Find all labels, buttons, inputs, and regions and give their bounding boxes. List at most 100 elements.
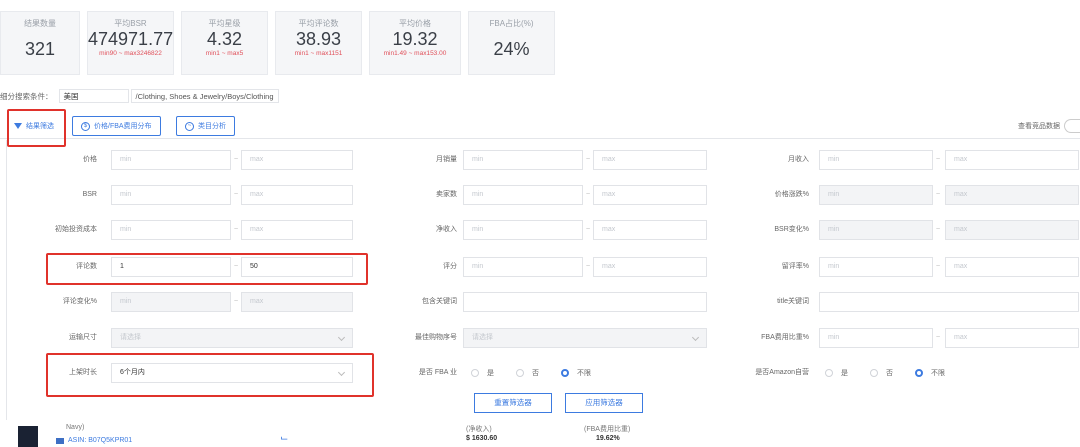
- price-change-max-input[interactable]: max: [945, 185, 1079, 205]
- price-change-min-input[interactable]: min: [819, 185, 933, 205]
- review-change-label: 评论变化%: [62, 298, 97, 305]
- net-income-min-input[interactable]: min: [463, 220, 583, 240]
- chart-icon: ~: [185, 121, 194, 131]
- best-seller-label: 最佳购物序号: [415, 334, 457, 341]
- range-dash: ~: [935, 263, 941, 270]
- initial-cost-label: 初始投资成本: [55, 226, 97, 233]
- initial-cost-max-input[interactable]: max: [241, 220, 353, 240]
- radio-label: 否: [532, 370, 539, 377]
- bsr-change-label: BSR变化%: [774, 226, 809, 233]
- net-income-label: (净收入): [466, 426, 492, 433]
- stat-value: 4.32: [206, 29, 243, 49]
- fba-ratio-min-input[interactable]: min: [819, 328, 933, 348]
- range-dash: ~: [585, 263, 591, 270]
- price-max-input[interactable]: max: [241, 150, 353, 170]
- product-asin-link[interactable]: ASIN: B07Q5KPR01: [68, 437, 132, 444]
- is-fba-yes[interactable]: 是: [471, 368, 494, 378]
- is-fba-radio-group: 是 否 不限: [471, 363, 607, 383]
- filter-row: 价格 min ~ max 月销量 min ~ max 月收入 min ~ max: [7, 150, 1080, 170]
- title-keyword-input[interactable]: [819, 292, 1079, 312]
- range-dash: ~: [233, 191, 239, 198]
- is-amazon-no[interactable]: 否: [870, 368, 893, 378]
- category-analysis-button[interactable]: ~ 类目分析: [176, 116, 235, 136]
- stat-value: 474971.77: [88, 29, 174, 49]
- bsr-change-min-input[interactable]: min: [819, 220, 933, 240]
- review-rate-min-input[interactable]: min: [819, 257, 933, 277]
- stat-range: min1 ~ max5: [205, 50, 244, 57]
- is-fba-no[interactable]: 否: [516, 368, 539, 378]
- range-dash: ~: [233, 156, 239, 163]
- radio-label: 不限: [577, 370, 591, 377]
- product-row: Navy) ASIN: B07Q5KPR01 ⌙ (净收入) $ 1630.60…: [0, 424, 1080, 447]
- bsr-max-input[interactable]: max: [241, 185, 353, 205]
- bsr-label: BSR: [82, 191, 97, 198]
- stat-card-bsr: 平均BSR 474971.77 min90 ~ max3246822: [87, 11, 174, 75]
- bsr-change-max-input[interactable]: max: [945, 220, 1079, 240]
- radio-label: 否: [886, 370, 893, 377]
- radio-icon: [870, 369, 878, 377]
- rating-label: 评分: [443, 263, 457, 270]
- price-min-input[interactable]: min: [111, 150, 231, 170]
- rating-min-input[interactable]: min: [463, 257, 583, 277]
- review-change-max-input[interactable]: max: [241, 292, 353, 312]
- radio-label: 是: [487, 370, 494, 377]
- highlight-reviews-row: [46, 253, 368, 285]
- is-amazon-yes[interactable]: 是: [825, 368, 848, 378]
- stat-label: 平均评论数: [298, 19, 339, 28]
- monthly-revenue-label: 月收入: [788, 156, 809, 163]
- include-keyword-input[interactable]: [463, 292, 707, 312]
- radio-label: 不限: [931, 370, 945, 377]
- highlight-listing-age-row: [46, 353, 374, 397]
- shipping-size-select[interactable]: 请选择: [111, 328, 353, 348]
- select-placeholder: 请选择: [120, 334, 141, 341]
- radio-label: 是: [841, 370, 848, 377]
- fba-ratio-max-input[interactable]: max: [945, 328, 1079, 348]
- range-dash: ~: [935, 334, 941, 341]
- stat-range: min1 ~ max1151: [294, 50, 343, 57]
- is-amazon-any[interactable]: 不限: [915, 368, 945, 378]
- best-seller-select[interactable]: 请选择: [463, 328, 707, 348]
- net-income-value: $ 1630.60: [466, 435, 498, 442]
- competitor-toggle[interactable]: [1064, 119, 1080, 133]
- is-amazon-radio-group: 是 否 不限: [825, 363, 961, 383]
- initial-cost-min-input[interactable]: min: [111, 220, 231, 240]
- stat-range: min90 ~ max3246822: [99, 50, 162, 57]
- dollar-icon: $: [81, 121, 90, 131]
- category-label: 细分搜索条件：: [0, 91, 53, 101]
- stat-range: min1.49 ~ max153.00: [383, 50, 447, 57]
- product-thumbnail[interactable]: [18, 426, 38, 447]
- price-fba-label: 价格/FBA费用分布: [94, 123, 152, 130]
- net-income-max-input[interactable]: max: [593, 220, 707, 240]
- reset-filter-button[interactable]: 重置筛选器: [474, 393, 552, 413]
- filter-row: 运输尺寸 请选择 最佳购物序号 请选择 FBA费用比重% min ~ max: [7, 328, 1080, 348]
- title-keyword-label: title关键词: [777, 298, 809, 305]
- radio-icon: [471, 369, 479, 377]
- sellers-max-input[interactable]: max: [593, 185, 707, 205]
- range-dash: ~: [585, 156, 591, 163]
- filter-row: 初始投资成本 min ~ max 净收入 min ~ max BSR变化% mi…: [7, 220, 1080, 240]
- category-path[interactable]: /Clothing, Shoes & Jewelry/Boys/Clothing: [130, 89, 279, 103]
- rating-max-input[interactable]: max: [593, 257, 707, 277]
- stat-value: 24%: [493, 39, 530, 59]
- review-change-min-input[interactable]: min: [111, 292, 231, 312]
- sellers-min-input[interactable]: min: [463, 185, 583, 205]
- price-change-label: 价格涨跌%: [774, 191, 809, 198]
- monthly-revenue-min-input[interactable]: min: [819, 150, 933, 170]
- stat-value: 38.93: [295, 29, 342, 49]
- is-fba-any[interactable]: 不限: [561, 368, 591, 378]
- category-site-select[interactable]: 美国: [58, 89, 129, 103]
- monthly-sales-max-input[interactable]: max: [593, 150, 707, 170]
- apply-filter-button[interactable]: 应用筛选器: [565, 393, 643, 413]
- range-dash: ~: [585, 226, 591, 233]
- trend-chart-icon[interactable]: ⌙: [280, 433, 288, 444]
- price-fba-distribution-button[interactable]: $ 价格/FBA费用分布: [72, 116, 161, 136]
- stat-label: 平均星级: [208, 19, 241, 28]
- monthly-revenue-max-input[interactable]: max: [945, 150, 1079, 170]
- monthly-sales-min-input[interactable]: min: [463, 150, 583, 170]
- chevron-down-icon: [337, 333, 346, 342]
- bsr-min-input[interactable]: min: [111, 185, 231, 205]
- stats-bar: 结果数量 321 平均BSR 474971.77 min90 ~ max3246…: [0, 11, 555, 75]
- review-rate-max-input[interactable]: max: [945, 257, 1079, 277]
- stat-card-reviews: 平均评论数 38.93 min1 ~ max1151: [275, 11, 362, 75]
- stat-card-results: 结果数量 321: [0, 11, 80, 75]
